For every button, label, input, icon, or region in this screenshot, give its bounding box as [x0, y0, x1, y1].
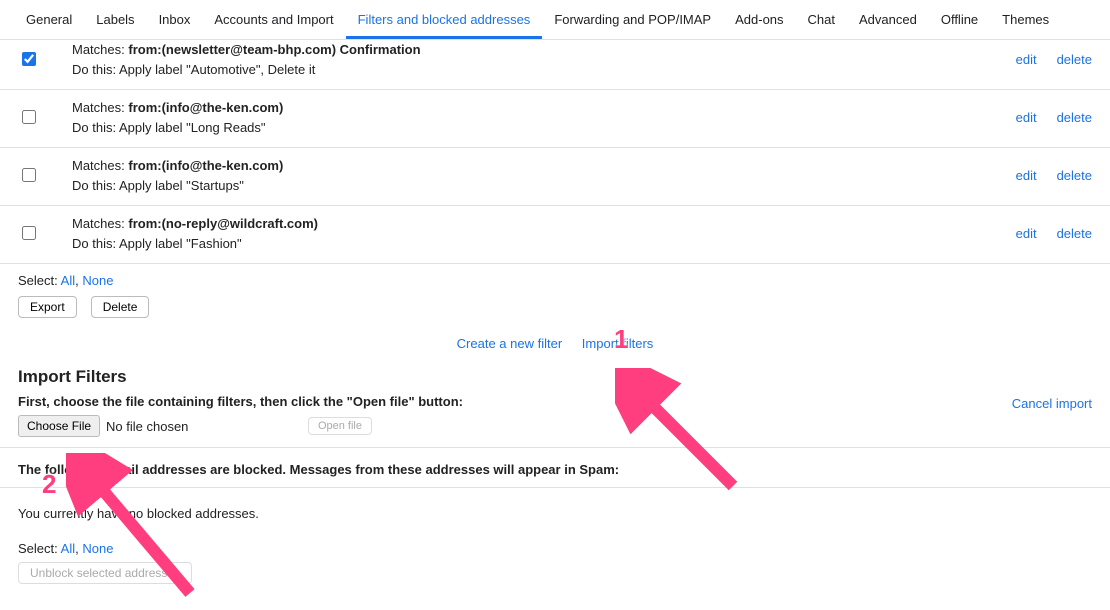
- annotation-number-1: 1: [614, 324, 628, 355]
- delete-link[interactable]: delete: [1057, 110, 1092, 125]
- annotation-number-2: 2: [42, 469, 56, 500]
- filter-buttons-row: Export Delete: [0, 294, 1110, 328]
- filter-checkbox[interactable]: [22, 168, 36, 182]
- matches-value: from:(no-reply@wildcraft.com): [128, 216, 318, 231]
- delete-link[interactable]: delete: [1057, 168, 1092, 183]
- tab-offline[interactable]: Offline: [929, 0, 990, 39]
- blocked-select-row: Select: All, None: [0, 531, 1110, 560]
- filter-body: Matches: from:(info@the-ken.com) Do this:…: [72, 156, 1016, 195]
- import-title: Import Filters: [18, 367, 127, 387]
- select-none-link[interactable]: None: [82, 273, 113, 288]
- tab-labels[interactable]: Labels: [84, 0, 146, 39]
- comma: ,: [75, 273, 79, 288]
- import-instructions: First, choose the file containing filter…: [18, 394, 481, 413]
- matches-label: Matches:: [72, 158, 128, 173]
- select-label: Select:: [18, 541, 58, 556]
- tab-chat[interactable]: Chat: [796, 0, 847, 39]
- choose-file-button[interactable]: Choose File: [18, 415, 100, 437]
- filter-row: Matches: from:(no-reply@wildcraft.com) Do…: [0, 206, 1110, 264]
- blocked-header: The following email addresses are blocke…: [0, 448, 1110, 488]
- comma: ,: [75, 541, 79, 556]
- edit-link[interactable]: edit: [1016, 168, 1037, 183]
- create-filter-link[interactable]: Create a new filter: [457, 336, 563, 351]
- edit-link[interactable]: edit: [1016, 52, 1037, 67]
- select-row: Select: All, None: [0, 264, 1110, 294]
- row-actions: edit delete: [1016, 168, 1092, 183]
- tab-accounts[interactable]: Accounts and Import: [202, 0, 345, 39]
- matches-value: from:(info@the-ken.com): [128, 100, 283, 115]
- filters-list: Matches: from:(newsletter@team-bhp.com) …: [0, 40, 1110, 264]
- row-actions: edit delete: [1016, 226, 1092, 241]
- row-actions: edit delete: [1016, 110, 1092, 125]
- select-label: Select:: [18, 273, 58, 288]
- do-this: Do this: Apply label "Long Reads": [72, 118, 1016, 138]
- filter-body: Matches: from:(no-reply@wildcraft.com) Do…: [72, 214, 1016, 253]
- matches-label: Matches:: [72, 216, 128, 231]
- tab-addons[interactable]: Add-ons: [723, 0, 795, 39]
- edit-link[interactable]: edit: [1016, 226, 1037, 241]
- do-this: Do this: Apply label "Fashion": [72, 234, 1016, 254]
- export-button[interactable]: Export: [18, 296, 77, 318]
- filter-row: Matches: from:(info@the-ken.com) Do this:…: [0, 148, 1110, 206]
- tab-themes[interactable]: Themes: [990, 0, 1061, 39]
- filter-body: Matches: from:(newsletter@team-bhp.com) …: [72, 40, 1016, 79]
- row-actions: edit delete: [1016, 52, 1092, 67]
- import-header: Import Filters: [0, 357, 1110, 394]
- tab-advanced[interactable]: Advanced: [847, 0, 929, 39]
- blocked-select-none-link[interactable]: None: [82, 541, 113, 556]
- do-this: Do this: Apply label "Startups": [72, 176, 1016, 196]
- do-this: Do this: Apply label "Automotive", Delet…: [72, 60, 1016, 80]
- tab-inbox[interactable]: Inbox: [147, 0, 203, 39]
- settings-tabs: General Labels Inbox Accounts and Import…: [0, 0, 1110, 40]
- matches-label: Matches:: [72, 42, 128, 57]
- tab-filters[interactable]: Filters and blocked addresses: [346, 0, 543, 39]
- matches-label: Matches:: [72, 100, 128, 115]
- file-row: Choose File No file chosen Open file: [0, 413, 1110, 448]
- select-all-link[interactable]: All: [61, 273, 75, 288]
- filter-body: Matches: from:(info@the-ken.com) Do this:…: [72, 98, 1016, 137]
- delete-link[interactable]: delete: [1057, 52, 1092, 67]
- cancel-import-link[interactable]: Cancel import: [1012, 396, 1092, 411]
- filter-checkbox[interactable]: [22, 110, 36, 124]
- filter-row: Matches: from:(newsletter@team-bhp.com) …: [0, 40, 1110, 90]
- no-blocked-msg: You currently have no blocked addresses.: [0, 488, 1110, 531]
- filter-links: Create a new filter Import filters: [0, 328, 1110, 357]
- open-file-button[interactable]: Open file: [308, 417, 372, 435]
- filter-checkbox[interactable]: [22, 52, 36, 66]
- matches-value: from:(newsletter@team-bhp.com) Confirmat…: [128, 42, 420, 57]
- delete-button[interactable]: Delete: [91, 296, 150, 318]
- tab-general[interactable]: General: [14, 0, 84, 39]
- no-file-label: No file chosen: [106, 419, 188, 434]
- tab-forwarding[interactable]: Forwarding and POP/IMAP: [542, 0, 723, 39]
- filter-checkbox[interactable]: [22, 226, 36, 240]
- filter-row: Matches: from:(info@the-ken.com) Do this:…: [0, 90, 1110, 148]
- unblock-row: Unblock selected addresses: [0, 560, 1110, 594]
- blocked-select-all-link[interactable]: All: [61, 541, 75, 556]
- unblock-button[interactable]: Unblock selected addresses: [18, 562, 192, 584]
- delete-link[interactable]: delete: [1057, 226, 1092, 241]
- matches-value: from:(info@the-ken.com): [128, 158, 283, 173]
- edit-link[interactable]: edit: [1016, 110, 1037, 125]
